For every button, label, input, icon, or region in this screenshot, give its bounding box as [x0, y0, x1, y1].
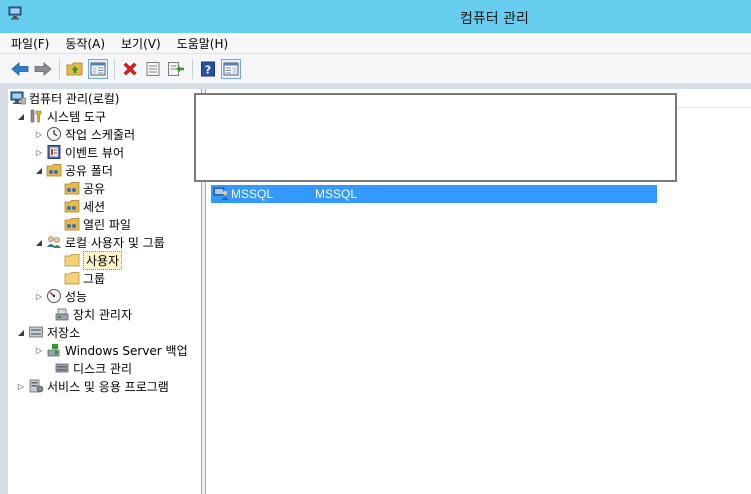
tree-item-shares[interactable]: 공유: [62, 179, 105, 197]
up-one-level-button[interactable]: [65, 59, 85, 79]
back-button[interactable]: [10, 59, 30, 79]
menu-view[interactable]: 보기(V): [121, 35, 161, 52]
share-icon: [64, 182, 80, 195]
tree-item-device-manager[interactable]: 장치 관리자: [52, 305, 132, 323]
tree-item-storage[interactable]: ◢ 저장소: [16, 323, 80, 341]
tree-item-label: 작업 스케줄러: [65, 127, 136, 142]
tree-item-label: 컴퓨터 관리(로컬): [29, 91, 120, 106]
menu-action[interactable]: 동작(A): [65, 35, 105, 52]
tree-item-groups[interactable]: 그룹: [62, 269, 105, 287]
tree-item-label: 디스크 관리: [73, 361, 133, 376]
session-icon: [64, 200, 80, 213]
toolbar: ?: [0, 53, 751, 83]
delete-icon: [123, 62, 137, 75]
tree-item-label: 로컬 사용자 및 그룹: [65, 235, 165, 250]
tree-item-computer-management[interactable]: 컴퓨터 관리(로컬): [8, 89, 119, 107]
console-tree[interactable]: 컴퓨터 관리(로컬) ◢ 시스템 도구 ▷ 작업 스케줄러 ▷ 이벤트 뷰어 ◢…: [0, 89, 202, 494]
storage-icon: [29, 326, 43, 338]
tree-item-label: 세션: [83, 199, 106, 214]
menu-help[interactable]: 도움말(H): [177, 35, 229, 52]
tree-item-label: 공유: [83, 181, 106, 196]
tree-item-label: 성능: [65, 289, 88, 304]
tree-item-services-applications[interactable]: ▷ 서비스 및 응용 프로그램: [16, 377, 169, 395]
tree-item-label: 저장소: [47, 325, 81, 340]
event-viewer-icon: [47, 145, 61, 159]
tree-item-event-viewer[interactable]: ▷ 이벤트 뷰어: [34, 143, 124, 161]
collapse-arrow-icon[interactable]: ◢: [16, 328, 26, 337]
folder-icon: [64, 272, 80, 285]
computer-management-icon: [10, 91, 26, 105]
expand-arrow-icon[interactable]: ▷: [16, 382, 26, 391]
expand-arrow-icon[interactable]: ▷: [34, 130, 44, 139]
performance-icon: [47, 289, 61, 303]
properties-button[interactable]: [143, 59, 163, 79]
help-icon: ?: [201, 61, 215, 76]
windows-backup-icon: [47, 344, 60, 357]
tree-item-windows-server-backup[interactable]: ▷ Windows Server 백업: [34, 341, 188, 359]
tree-item-label: 장치 관리자: [73, 307, 133, 322]
collapse-arrow-icon[interactable]: ◢: [16, 112, 26, 121]
export-list-button[interactable]: [166, 59, 186, 79]
tree-item-performance[interactable]: ▷ 성능: [34, 287, 87, 305]
tree-item-users[interactable]: 사용자: [62, 250, 123, 270]
tree-item-label: 이벤트 뷰어: [65, 145, 125, 160]
tree-item-task-scheduler[interactable]: ▷ 작업 스케줄러: [34, 125, 135, 143]
delete-button[interactable]: [120, 59, 140, 79]
local-users-groups-icon: [47, 236, 61, 248]
expand-arrow-icon[interactable]: ▷: [34, 346, 44, 355]
help-button[interactable]: ?: [198, 59, 218, 79]
svg-text:?: ?: [205, 63, 211, 76]
tree-item-label: 그룹: [83, 271, 106, 286]
user-name-cell: MSSQL: [231, 187, 274, 201]
tree-item-label: 열린 파일: [83, 217, 131, 232]
title-bar: 컴퓨터 관리: [0, 0, 751, 33]
tree-item-label: 사용자: [83, 250, 123, 270]
system-tools-icon: [30, 109, 42, 123]
folder-icon: [64, 254, 80, 267]
show-hide-action-pane-button[interactable]: [221, 58, 241, 79]
tree-item-label: 시스템 도구: [47, 109, 107, 124]
tree-item-sessions[interactable]: 세션: [62, 197, 105, 215]
menu-file[interactable]: 파일(F): [11, 35, 49, 52]
task-scheduler-icon: [47, 127, 61, 141]
toolbar-separator: [192, 58, 193, 79]
forward-button[interactable]: [33, 59, 53, 79]
open-files-icon: [64, 218, 80, 231]
toolbar-separator: [114, 58, 115, 79]
tree-item-disk-management[interactable]: 디스크 관리: [52, 359, 132, 377]
list-item[interactable]: MSSQL MSSQL: [211, 185, 657, 203]
back-arrow-icon: [11, 61, 29, 76]
shared-folder-icon: [46, 164, 62, 177]
tree-item-label: 공유 폴더: [65, 163, 113, 178]
expand-arrow-icon[interactable]: ▷: [34, 292, 44, 301]
toolbar-separator: [59, 58, 60, 79]
action-pane-icon: [223, 62, 239, 75]
tree-item-open-files[interactable]: 열린 파일: [62, 215, 131, 233]
show-hide-tree-icon: [90, 62, 106, 75]
disk-management-icon: [55, 363, 69, 373]
export-list-icon: [168, 61, 184, 76]
tree-item-local-users-groups[interactable]: ◢ 로컬 사용자 및 그룹: [34, 233, 165, 251]
blank-overlay-panel: [194, 93, 677, 182]
forward-arrow-icon: [34, 61, 52, 76]
computer-management-app-icon[interactable]: [8, 6, 24, 20]
expand-arrow-icon[interactable]: ▷: [34, 148, 44, 157]
tree-item-system-tools[interactable]: ◢ 시스템 도구: [16, 107, 106, 125]
window-title: 컴퓨터 관리: [460, 11, 529, 27]
show-hide-console-tree-button[interactable]: [88, 58, 108, 79]
menu-bar: 파일(F) 동작(A) 보기(V) 도움말(H): [0, 33, 751, 53]
services-apps-icon: [29, 379, 44, 393]
user-full-name-cell: MSSQL: [315, 187, 358, 201]
collapse-arrow-icon[interactable]: ◢: [34, 166, 44, 175]
user-icon: [213, 187, 229, 200]
result-pane[interactable]: MSSQL MSSQL: [194, 89, 751, 494]
device-manager-icon: [55, 308, 69, 321]
tree-item-label: Windows Server 백업: [65, 343, 188, 358]
properties-icon: [146, 61, 160, 76]
collapse-arrow-icon[interactable]: ◢: [34, 238, 44, 247]
tree-item-label: 서비스 및 응용 프로그램: [47, 379, 169, 394]
up-folder-icon: [66, 62, 83, 75]
tree-item-shared-folders[interactable]: ◢ 공유 폴더: [34, 161, 113, 179]
